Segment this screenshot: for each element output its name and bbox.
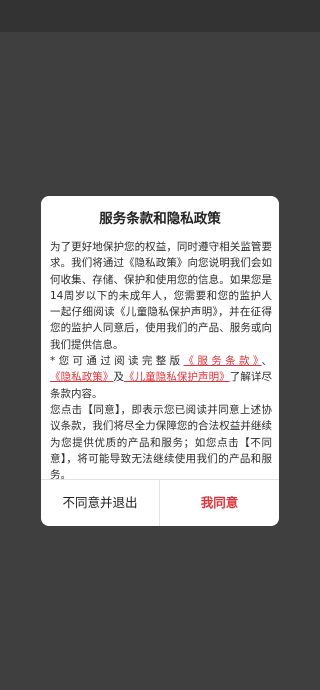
intro-paragraph: 为了更好地保护您的权益，同时遵守相关监管要求。我们将通过《隐私政策》向您说明我们… <box>50 241 272 351</box>
links-prefix: *您可通过阅读完整版 <box>50 355 184 368</box>
links-separator-1: 、 <box>261 355 273 368</box>
agree-button[interactable]: 我同意 <box>160 480 279 526</box>
dialog-body: 为了更好地保护您的权益，同时遵守相关监管要求。我们将通过《隐私政策》向您说明我们… <box>50 239 272 483</box>
consent-paragraph: 您点击【同意】，即表示您已阅读并同意上述协议条款，我们将尽全力保障您的合法权益并… <box>50 403 272 482</box>
terms-privacy-dialog: 服务条款和隐私政策 为了更好地保护您的权益，同时遵守相关监管要求。我们将通过《隐… <box>41 196 279 526</box>
dialog-title: 服务条款和隐私政策 <box>99 211 221 227</box>
screen: 服务条款和隐私政策 为了更好地保护您的权益，同时遵守相关监管要求。我们将通过《隐… <box>0 0 320 690</box>
disagree-exit-button[interactable]: 不同意并退出 <box>41 480 159 526</box>
links-separator-2: 及 <box>113 371 125 384</box>
links-paragraph: *您可通过阅读完整版《服务条款》、《隐私政策》及《儿童隐私保护声明》了解详尽条款… <box>50 353 272 402</box>
status-bar <box>0 0 320 32</box>
terms-of-service-link[interactable]: 《服务条款》 <box>184 355 262 367</box>
privacy-policy-link[interactable]: 《隐私政策》 <box>50 371 113 383</box>
children-privacy-link[interactable]: 《儿童隐私保护声明》 <box>124 371 230 383</box>
